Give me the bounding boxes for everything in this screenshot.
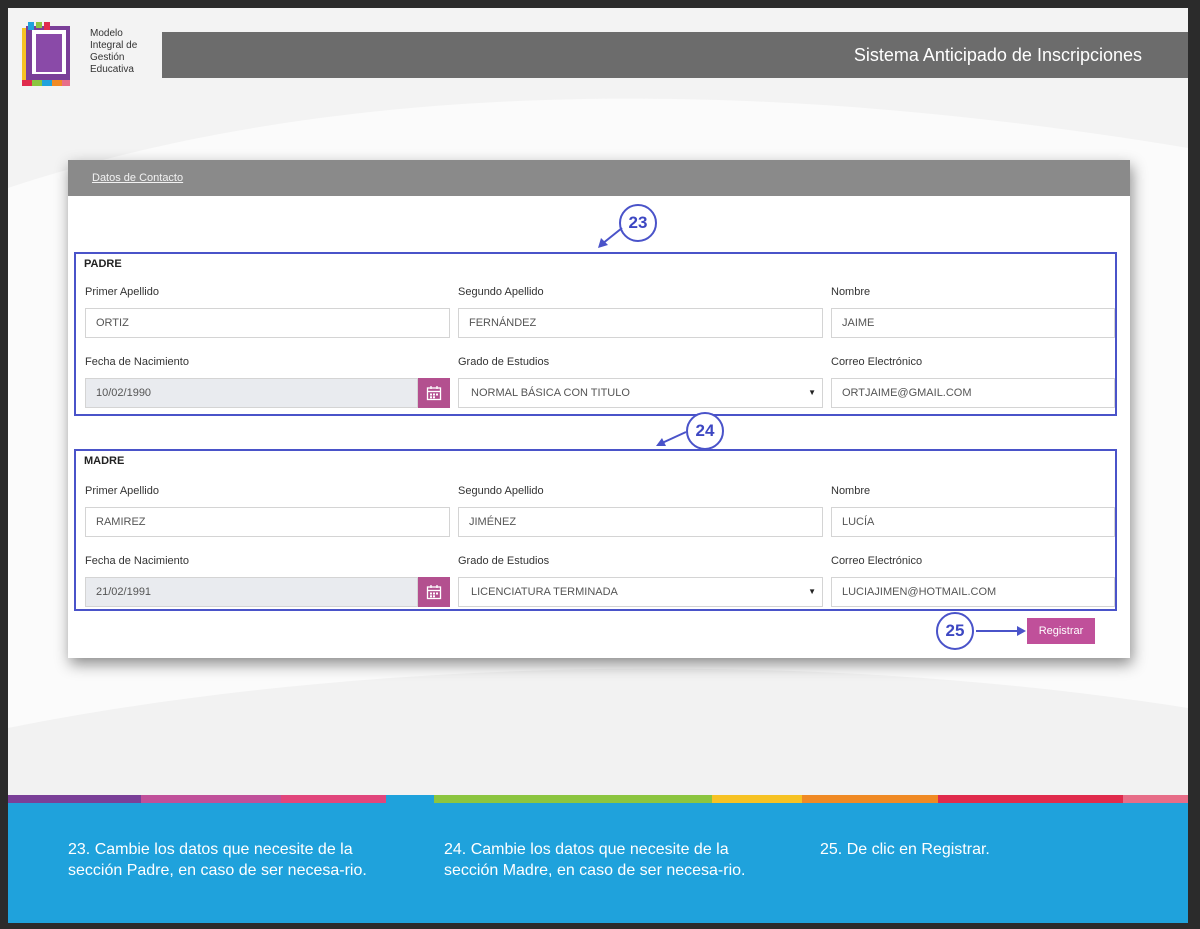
label-nombre: Nombre bbox=[831, 286, 871, 298]
logo-text: Modelo Integral de Gestión Educativa bbox=[90, 28, 170, 76]
section-madre: MADRE Primer Apellido RAMIREZ Segundo Ap… bbox=[74, 449, 1117, 611]
madre-correo-input[interactable]: LUCIAJIMEN@HOTMAIL.COM bbox=[831, 577, 1115, 607]
stripe bbox=[386, 795, 434, 803]
instruction-25: 25. De clic en Registrar. bbox=[820, 841, 990, 858]
label-primer-apellido: Primer Apellido bbox=[85, 485, 159, 497]
arrow-24-icon bbox=[656, 431, 687, 446]
section-title-madre: MADRE bbox=[84, 455, 125, 467]
instruction-24: 24. Cambie los datos que necesite de la … bbox=[444, 841, 746, 879]
stripe bbox=[712, 795, 802, 803]
padre-correo-input[interactable]: ORTJAIME@GMAIL.COM bbox=[831, 378, 1115, 408]
padre-segundo-apellido-input[interactable]: FERNÁNDEZ bbox=[458, 308, 823, 338]
callout-24: 24 bbox=[686, 412, 724, 450]
register-button[interactable]: Registrar bbox=[1027, 618, 1095, 644]
padre-primer-apellido-input[interactable]: ORTIZ bbox=[85, 308, 450, 338]
arrow-25-icon bbox=[976, 626, 1026, 636]
madre-segundo-apellido-input[interactable]: JIMÉNEZ bbox=[458, 507, 823, 537]
stripe bbox=[1123, 795, 1188, 803]
label-correo: Correo Electrónico bbox=[831, 356, 923, 368]
callout-25: 25 bbox=[936, 612, 974, 650]
calendar-icon bbox=[426, 585, 442, 600]
label-segundo-apellido: Segundo Apellido bbox=[458, 485, 544, 497]
madre-nombre-input[interactable]: LUCÍA bbox=[831, 507, 1115, 537]
padre-nombre-input[interactable]: JAIME bbox=[831, 308, 1115, 338]
label-correo: Correo Electrónico bbox=[831, 555, 923, 567]
padre-grado-estudios-select[interactable]: NORMAL BÁSICA CON TITULO ▼ bbox=[458, 378, 823, 408]
stripe bbox=[802, 795, 938, 803]
padre-grado-estudios-value: NORMAL BÁSICA CON TITULO bbox=[471, 387, 630, 399]
stripe bbox=[141, 795, 281, 803]
label-segundo-apellido: Segundo Apellido bbox=[458, 286, 544, 298]
padre-calendar-button[interactable] bbox=[418, 378, 450, 408]
contact-card: Datos de Contacto 23 PADRE Primer Apelli… bbox=[68, 160, 1130, 658]
label-grado-estudios: Grado de Estudios bbox=[458, 555, 550, 567]
chevron-down-icon: ▼ bbox=[808, 388, 816, 397]
document-page: Modelo Integral de Gestión Educativa Sis… bbox=[8, 8, 1188, 923]
header-bar: Sistema Anticipado de Inscripciones bbox=[162, 32, 1188, 78]
calendar-icon bbox=[426, 386, 442, 401]
madre-primer-apellido-input[interactable]: RAMIREZ bbox=[85, 507, 450, 537]
label-grado-estudios: Grado de Estudios bbox=[458, 356, 550, 368]
section-padre: PADRE Primer Apellido ORTIZ Segundo Apel… bbox=[74, 252, 1117, 416]
stripe bbox=[434, 795, 712, 803]
chevron-down-icon: ▼ bbox=[808, 587, 816, 596]
instructions-footer: 23. Cambie los datos que necesite de la … bbox=[8, 803, 1188, 923]
logo-line-1: Modelo bbox=[90, 28, 123, 39]
madre-calendar-button[interactable] bbox=[418, 577, 450, 607]
stripe bbox=[8, 795, 141, 803]
label-fecha-nacimiento: Fecha de Nacimiento bbox=[85, 356, 189, 368]
instruction-23: 23. Cambie los datos que necesite de la … bbox=[68, 841, 367, 879]
book-logo-icon bbox=[22, 22, 70, 86]
stripe bbox=[938, 795, 1123, 803]
page-title: Sistema Anticipado de Inscripciones bbox=[853, 45, 1142, 65]
madre-fecha-nacimiento-input[interactable]: 21/02/1991 bbox=[85, 577, 418, 607]
label-fecha-nacimiento: Fecha de Nacimiento bbox=[85, 555, 189, 567]
color-stripes bbox=[8, 795, 1188, 803]
madre-grado-estudios-value: LICENCIATURA TERMINADA bbox=[471, 586, 618, 598]
section-title-padre: PADRE bbox=[84, 258, 122, 270]
logo-line-3: Gestión bbox=[90, 52, 125, 63]
label-nombre: Nombre bbox=[831, 485, 871, 497]
padre-fecha-nacimiento-input[interactable]: 10/02/1990 bbox=[85, 378, 418, 408]
label-primer-apellido: Primer Apellido bbox=[85, 286, 159, 298]
stripe bbox=[281, 795, 386, 803]
arrow-23-icon bbox=[598, 227, 623, 248]
card-header: Datos de Contacto bbox=[68, 160, 1130, 196]
tab-datos-de-contacto[interactable]: Datos de Contacto bbox=[92, 172, 183, 184]
logo-line-4: Educativa bbox=[90, 64, 134, 75]
logo-line-2: Integral de bbox=[90, 40, 138, 51]
madre-grado-estudios-select[interactable]: LICENCIATURA TERMINADA ▼ bbox=[458, 577, 823, 607]
